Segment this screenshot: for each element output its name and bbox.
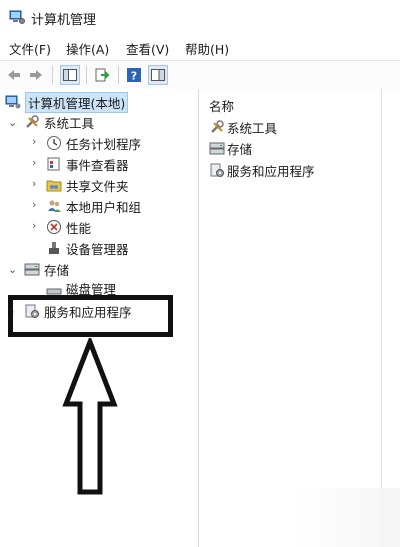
performance-icon bbox=[47, 220, 61, 234]
tools-icon bbox=[211, 120, 224, 133]
list-item-services-applications[interactable]: 服务和应用程序 bbox=[209, 161, 315, 179]
forward-arrow-icon bbox=[30, 70, 42, 80]
chevron-down-icon[interactable]: ⌄ bbox=[8, 116, 17, 129]
show-hide-tree-button[interactable] bbox=[60, 65, 80, 85]
tree-item-event-viewer[interactable]: 事件查看器 bbox=[46, 154, 129, 174]
show-hide-tree-icon bbox=[63, 69, 77, 81]
list-item-system-tools[interactable]: 系统工具 bbox=[209, 118, 277, 136]
tree-item-task-scheduler[interactable]: 任务计划程序 bbox=[46, 133, 141, 153]
help-icon: ? bbox=[127, 68, 141, 83]
menu-bar: 文件(F) 操作(A) 查看(V) 帮助(H) bbox=[0, 36, 400, 58]
properties-pane-icon bbox=[151, 69, 165, 81]
column-header-name[interactable]: 名称 bbox=[209, 96, 234, 115]
chevron-right-icon[interactable]: › bbox=[32, 177, 36, 190]
help-button[interactable]: ? bbox=[124, 65, 144, 85]
arrow-up-icon bbox=[62, 338, 118, 495]
results-pane: 名称 系统工具 存储 服务和应用程序 bbox=[199, 89, 400, 547]
computer-management-icon bbox=[5, 95, 21, 109]
title-bar: 计算机管理 bbox=[0, 0, 400, 34]
chevron-right-icon[interactable]: › bbox=[32, 156, 36, 169]
forward-button[interactable] bbox=[26, 65, 46, 85]
menu-file[interactable]: 文件(F) bbox=[9, 39, 51, 58]
highlight-box bbox=[8, 295, 173, 337]
chevron-right-icon[interactable]: › bbox=[32, 219, 36, 232]
window-title: 计算机管理 bbox=[31, 13, 97, 28]
menu-help[interactable]: 帮助(H) bbox=[185, 39, 229, 58]
tree-item-device-manager[interactable]: 设备管理器 bbox=[46, 238, 129, 258]
computer-management-icon bbox=[9, 10, 25, 24]
clock-icon bbox=[47, 136, 61, 150]
services-icon bbox=[210, 163, 224, 177]
event-viewer-icon bbox=[47, 157, 60, 171]
tree-item-local-users-groups[interactable]: 本地用户和组 bbox=[46, 196, 141, 216]
properties-pane-button[interactable] bbox=[148, 65, 168, 85]
tree-item-system-tools[interactable]: 系统工具 bbox=[24, 112, 94, 132]
back-button[interactable] bbox=[4, 65, 24, 85]
disk-icon bbox=[46, 288, 62, 295]
watermark-area bbox=[295, 488, 400, 547]
svg-text:?: ? bbox=[131, 70, 137, 83]
export-list-icon bbox=[95, 68, 110, 82]
export-list-button[interactable] bbox=[92, 65, 112, 85]
tools-icon bbox=[26, 115, 39, 128]
chevron-down-icon[interactable]: ⌄ bbox=[8, 263, 17, 276]
storage-icon bbox=[24, 263, 40, 276]
chevron-right-icon[interactable]: › bbox=[32, 198, 36, 211]
toolbar: ? bbox=[0, 60, 400, 90]
menu-view[interactable]: 查看(V) bbox=[126, 39, 169, 58]
tree-item-storage[interactable]: 存储 bbox=[24, 259, 69, 279]
menu-action[interactable]: 操作(A) bbox=[66, 39, 109, 58]
shared-folder-icon bbox=[46, 180, 62, 192]
back-arrow-icon bbox=[8, 70, 20, 80]
tree-root[interactable]: 计算机管理(本地) bbox=[5, 91, 129, 113]
device-manager-icon bbox=[49, 242, 59, 254]
chevron-right-icon[interactable]: › bbox=[32, 135, 36, 148]
tree-item-shared-folders[interactable]: 共享文件夹 bbox=[46, 175, 129, 195]
tree-item-performance[interactable]: 性能 bbox=[46, 217, 91, 237]
storage-icon bbox=[209, 142, 225, 155]
list-item-storage[interactable]: 存储 bbox=[209, 139, 252, 157]
users-icon bbox=[48, 200, 61, 212]
